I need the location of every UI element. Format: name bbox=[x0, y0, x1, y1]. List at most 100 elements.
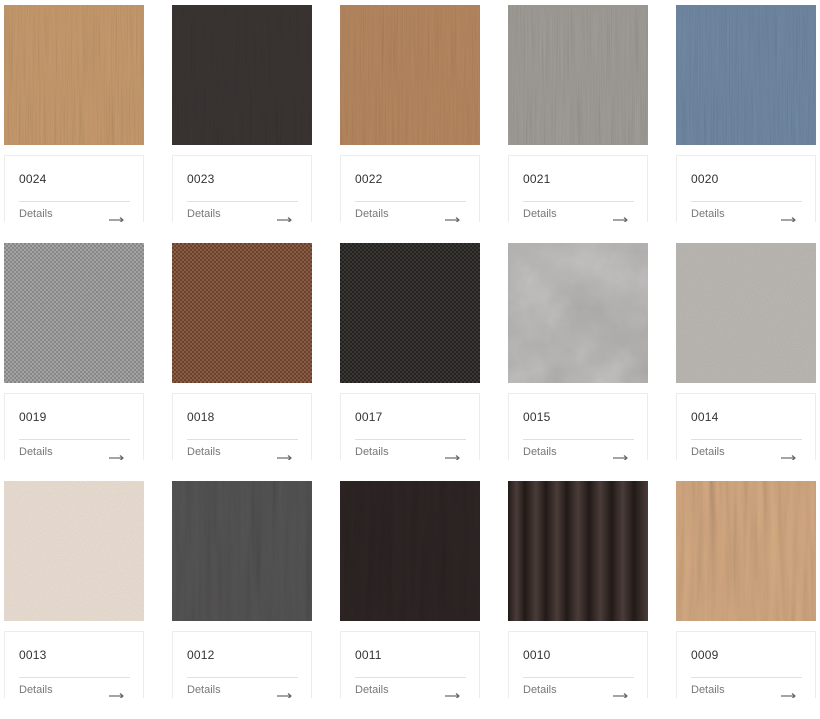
details-link[interactable]: Details bbox=[523, 208, 557, 220]
arrow-right-icon[interactable] bbox=[109, 215, 125, 222]
swatch-image[interactable] bbox=[676, 5, 816, 145]
product-card[interactable]: 0017 Details bbox=[340, 243, 480, 481]
product-card[interactable]: 0013 Details bbox=[4, 481, 144, 719]
card-info: 0023 Details bbox=[172, 155, 312, 222]
product-card[interactable]: 0024 Details bbox=[4, 5, 144, 243]
details-link[interactable]: Details bbox=[523, 684, 557, 696]
card-info: 0018 Details bbox=[172, 393, 312, 460]
product-code: 0011 bbox=[355, 648, 382, 662]
arrow-right-icon[interactable] bbox=[277, 691, 293, 698]
divider bbox=[691, 677, 802, 678]
swatch-image[interactable] bbox=[508, 5, 648, 145]
product-code: 0014 bbox=[691, 410, 719, 424]
arrow-right-icon[interactable] bbox=[613, 215, 629, 222]
arrow-right-icon[interactable] bbox=[613, 453, 629, 460]
swatch-image[interactable] bbox=[340, 481, 480, 621]
card-info: 0015 Details bbox=[508, 393, 648, 460]
swatch-image[interactable] bbox=[4, 481, 144, 621]
arrow-right-icon[interactable] bbox=[109, 691, 125, 698]
card-info: 0024 Details bbox=[4, 155, 144, 222]
product-card[interactable]: 0018 Details bbox=[172, 243, 312, 481]
card-info: 0022 Details bbox=[340, 155, 480, 222]
divider bbox=[187, 201, 298, 202]
swatch-image[interactable] bbox=[4, 243, 144, 383]
product-code: 0015 bbox=[523, 410, 551, 424]
card-info: 0010 Details bbox=[508, 631, 648, 698]
divider bbox=[187, 439, 298, 440]
swatch-image[interactable] bbox=[676, 243, 816, 383]
arrow-right-icon[interactable] bbox=[445, 691, 461, 698]
divider bbox=[523, 201, 634, 202]
details-link[interactable]: Details bbox=[187, 684, 221, 696]
card-info: 0009 Details bbox=[676, 631, 816, 698]
details-link[interactable]: Details bbox=[691, 446, 725, 458]
arrow-right-icon[interactable] bbox=[445, 453, 461, 460]
product-code: 0021 bbox=[523, 172, 551, 186]
swatch-image[interactable] bbox=[172, 5, 312, 145]
divider bbox=[691, 439, 802, 440]
card-info: 0014 Details bbox=[676, 393, 816, 460]
arrow-right-icon[interactable] bbox=[277, 215, 293, 222]
details-link[interactable]: Details bbox=[691, 684, 725, 696]
arrow-right-icon[interactable] bbox=[781, 691, 797, 698]
product-code: 0022 bbox=[355, 172, 383, 186]
arrow-right-icon[interactable] bbox=[781, 215, 797, 222]
card-info: 0019 Details bbox=[4, 393, 144, 460]
product-code: 0023 bbox=[187, 172, 215, 186]
product-card[interactable]: 0019 Details bbox=[4, 243, 144, 481]
details-link[interactable]: Details bbox=[355, 684, 389, 696]
swatch-image[interactable] bbox=[340, 243, 480, 383]
product-code: 0010 bbox=[523, 648, 551, 662]
product-card[interactable]: 0010 Details bbox=[508, 481, 648, 719]
product-code: 0012 bbox=[187, 648, 215, 662]
arrow-right-icon[interactable] bbox=[613, 691, 629, 698]
product-code: 0019 bbox=[19, 410, 47, 424]
swatch-image[interactable] bbox=[4, 5, 144, 145]
product-code: 0009 bbox=[691, 648, 719, 662]
divider bbox=[355, 201, 466, 202]
product-grid: 0024 Details 0023 Details 0022 Details 0… bbox=[4, 5, 816, 719]
swatch-image[interactable] bbox=[676, 481, 816, 621]
details-link[interactable]: Details bbox=[355, 208, 389, 220]
card-info: 0011 Details bbox=[340, 631, 480, 698]
product-card[interactable]: 0009 Details bbox=[676, 481, 816, 719]
card-info: 0021 Details bbox=[508, 155, 648, 222]
divider bbox=[523, 439, 634, 440]
details-link[interactable]: Details bbox=[19, 684, 53, 696]
product-card[interactable]: 0011 Details bbox=[340, 481, 480, 719]
details-link[interactable]: Details bbox=[691, 208, 725, 220]
product-card[interactable]: 0022 Details bbox=[340, 5, 480, 243]
swatch-image[interactable] bbox=[172, 243, 312, 383]
details-link[interactable]: Details bbox=[187, 446, 221, 458]
arrow-right-icon[interactable] bbox=[445, 215, 461, 222]
details-link[interactable]: Details bbox=[187, 208, 221, 220]
product-code: 0020 bbox=[691, 172, 719, 186]
divider bbox=[19, 677, 130, 678]
product-card[interactable]: 0020 Details bbox=[676, 5, 816, 243]
product-code: 0013 bbox=[19, 648, 47, 662]
details-link[interactable]: Details bbox=[523, 446, 557, 458]
product-code: 0017 bbox=[355, 410, 383, 424]
details-link[interactable]: Details bbox=[19, 446, 53, 458]
arrow-right-icon[interactable] bbox=[109, 453, 125, 460]
arrow-right-icon[interactable] bbox=[277, 453, 293, 460]
product-card[interactable]: 0023 Details bbox=[172, 5, 312, 243]
product-card[interactable]: 0014 Details bbox=[676, 243, 816, 481]
swatch-image[interactable] bbox=[172, 481, 312, 621]
product-card[interactable]: 0021 Details bbox=[508, 5, 648, 243]
card-info: 0012 Details bbox=[172, 631, 312, 698]
arrow-right-icon[interactable] bbox=[781, 453, 797, 460]
product-code: 0018 bbox=[187, 410, 215, 424]
divider bbox=[187, 677, 298, 678]
swatch-image[interactable] bbox=[508, 243, 648, 383]
divider bbox=[19, 439, 130, 440]
product-card[interactable]: 0015 Details bbox=[508, 243, 648, 481]
card-info: 0013 Details bbox=[4, 631, 144, 698]
divider bbox=[355, 439, 466, 440]
swatch-image[interactable] bbox=[508, 481, 648, 621]
details-link[interactable]: Details bbox=[19, 208, 53, 220]
swatch-image[interactable] bbox=[340, 5, 480, 145]
details-link[interactable]: Details bbox=[355, 446, 389, 458]
card-info: 0017 Details bbox=[340, 393, 480, 460]
product-card[interactable]: 0012 Details bbox=[172, 481, 312, 719]
